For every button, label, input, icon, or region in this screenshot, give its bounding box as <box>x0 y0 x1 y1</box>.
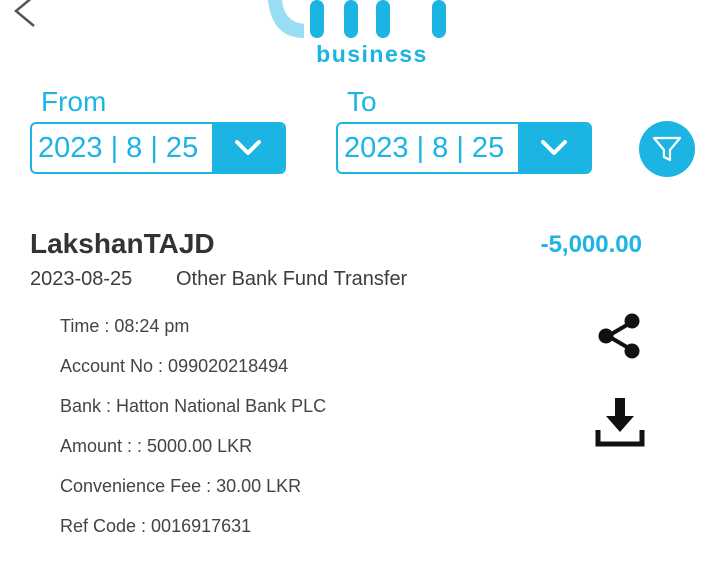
download-icon <box>595 398 645 447</box>
chevron-down-icon <box>541 140 567 155</box>
payee-name: LakshanTAJD <box>30 228 215 259</box>
to-dropdown-button[interactable] <box>518 124 590 172</box>
transaction-date: 2023-08-25 <box>30 268 133 290</box>
share-icon <box>598 313 640 359</box>
detail-account-number: Account No : 099020218494 <box>60 356 289 376</box>
back-button[interactable] <box>10 0 44 30</box>
logo <box>260 0 460 44</box>
to-date-picker[interactable]: 2023 | 8 | 25 <box>336 122 592 174</box>
transaction-amount: -5,000.00 <box>540 231 642 258</box>
filter-icon <box>652 136 682 162</box>
from-label: From <box>41 86 107 117</box>
to-label: To <box>347 86 377 117</box>
transaction-type: Other Bank Fund Transfer <box>176 268 408 290</box>
chevron-down-icon <box>235 140 261 155</box>
share-button[interactable] <box>595 310 645 362</box>
from-dropdown-button[interactable] <box>212 124 284 172</box>
filter-button[interactable] <box>639 121 695 177</box>
detail-amount: Amount : : 5000.00 LKR <box>60 436 253 456</box>
download-button[interactable] <box>595 396 645 448</box>
detail-time: Time : 08:24 pm <box>60 316 190 336</box>
logo-text: business <box>316 41 428 67</box>
chevron-left-icon <box>14 0 35 27</box>
detail-bank: Bank : Hatton National Bank PLC <box>60 396 327 416</box>
detail-convenience-fee: Convenience Fee : 30.00 LKR <box>60 476 302 496</box>
from-date-value: 2023 | 8 | 25 <box>38 132 199 164</box>
to-date-value: 2023 | 8 | 25 <box>344 132 505 164</box>
from-date-picker[interactable]: 2023 | 8 | 25 <box>30 122 286 174</box>
detail-ref-code: Ref Code : 0016917631 <box>60 516 252 536</box>
